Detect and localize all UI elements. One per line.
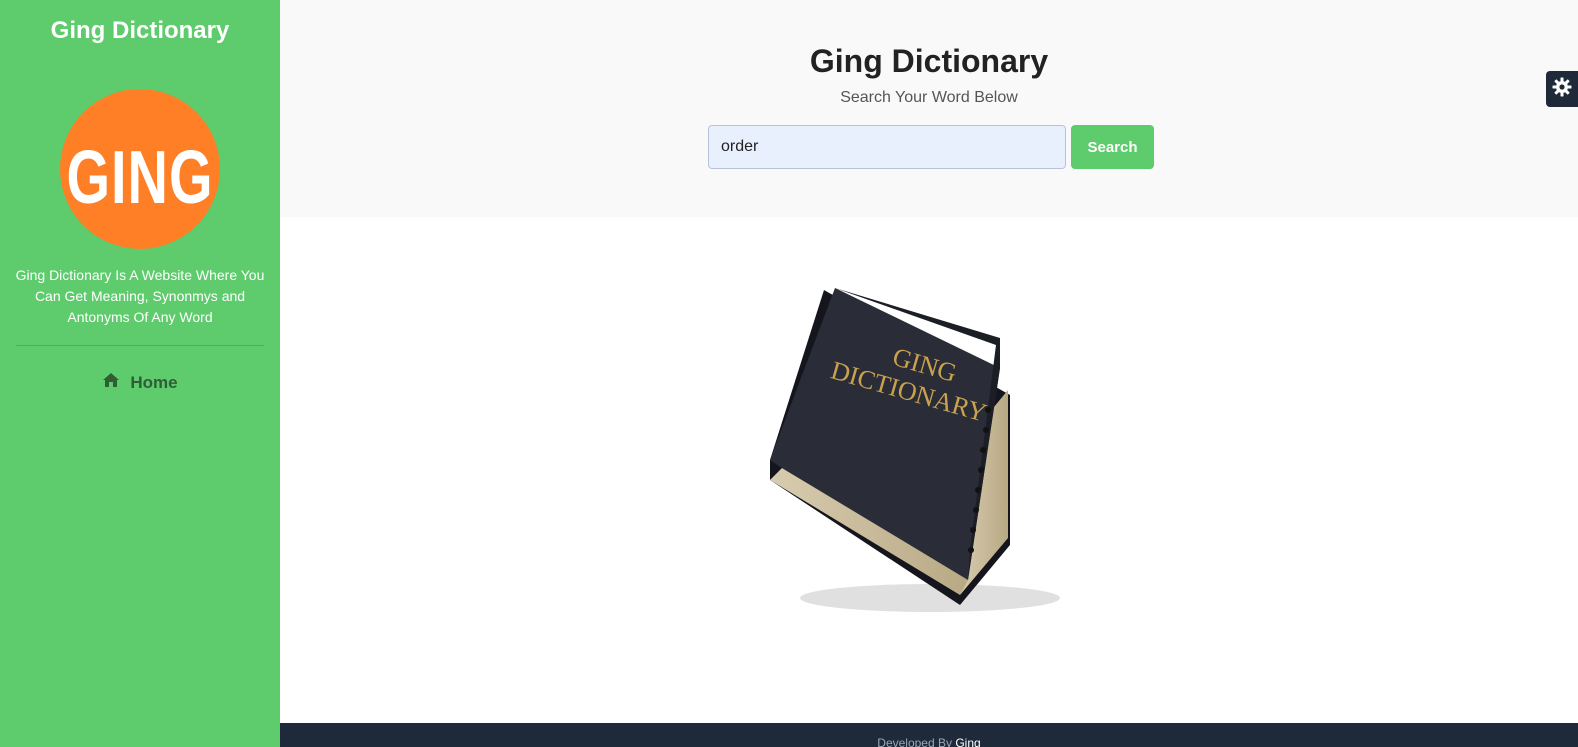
logo-text: GING [66, 134, 214, 220]
search-button[interactable]: Search [1071, 125, 1154, 169]
dictionary-book-image: GING DICTIONARY [760, 280, 1100, 625]
home-icon [102, 372, 120, 393]
site-title: Ging Dictionary [50, 17, 230, 44]
logo: GING [60, 89, 220, 249]
footer-developer-link[interactable]: Ging [955, 736, 980, 747]
search-form: Search [708, 125, 1154, 169]
footer: Developed By Ging [280, 723, 1578, 747]
sidebar: Ging Dictionary GING Ging Dictionary Is … [0, 0, 280, 747]
search-header: Ging Dictionary Search Your Word Below S… [280, 0, 1578, 217]
sidebar-divider [16, 345, 264, 346]
page-subtitle: Search Your Word Below [840, 89, 1018, 106]
settings-button[interactable] [1546, 71, 1578, 107]
footer-credit: Developed By [877, 736, 952, 747]
site-tagline: Ging Dictionary Is A Website Where You C… [15, 267, 265, 325]
search-input[interactable] [708, 125, 1066, 169]
sidebar-item-label: Home [130, 372, 178, 392]
gear-icon [1552, 77, 1572, 102]
page-title: Ging Dictionary [809, 43, 1049, 79]
main-content: Ging Dictionary Search Your Word Below S… [280, 0, 1578, 747]
sidebar-item-home[interactable]: Home [0, 372, 280, 393]
